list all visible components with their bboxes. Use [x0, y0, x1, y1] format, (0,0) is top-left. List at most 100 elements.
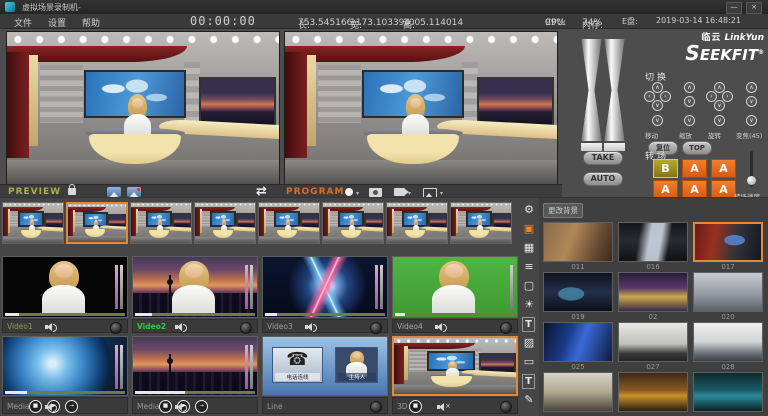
- shot-thumbnail-1[interactable]: [2, 202, 64, 244]
- scene-item-025[interactable]: 025: [543, 322, 613, 372]
- record-caret-icon[interactable]: ▾: [356, 190, 359, 197]
- list-icon[interactable]: ≡: [521, 258, 537, 277]
- speaker-muted-icon[interactable]: ×: [437, 402, 448, 411]
- speaker-icon[interactable]: [175, 402, 186, 411]
- stop-button[interactable]: ■: [409, 400, 422, 413]
- overlay-image-icon[interactable]: [107, 187, 121, 197]
- scene-item-016[interactable]: 016: [618, 222, 688, 272]
- video4-thumbnail[interactable]: [392, 256, 518, 318]
- lock-icon[interactable]: [68, 188, 76, 195]
- record-icon[interactable]: [345, 188, 353, 196]
- transition-speed-knob[interactable]: [747, 176, 756, 185]
- menu-settings[interactable]: 设置: [48, 16, 66, 29]
- scene-item-02[interactable]: 02: [618, 272, 688, 322]
- auto-button[interactable]: AUTO: [583, 172, 623, 186]
- caption-text-icon[interactable]: T: [522, 374, 535, 389]
- scene-item-019[interactable]: 019: [543, 272, 613, 322]
- scene-item-017-selected[interactable]: 017: [693, 222, 763, 272]
- shot-thumbnail-6[interactable]: [322, 202, 384, 244]
- t-bar-fader[interactable]: [581, 39, 625, 141]
- phone-call-box[interactable]: ☎ 电话连线: [272, 347, 324, 383]
- camcorder-icon[interactable]: [394, 188, 405, 196]
- rotate-right-button[interactable]: ›: [722, 91, 733, 102]
- top-button[interactable]: TOP: [682, 141, 712, 155]
- line-thumbnail[interactable]: ☎ 电话连线 主持人: [262, 336, 388, 396]
- stop-button[interactable]: ■: [29, 400, 42, 413]
- zoom-extra-button[interactable]: ∨: [684, 115, 695, 126]
- camcorder-caret-icon[interactable]: ▾: [408, 190, 411, 197]
- scene-item-011[interactable]: 011: [543, 222, 613, 272]
- transition-speed-slider[interactable]: [750, 151, 753, 187]
- stop-button[interactable]: ■: [159, 400, 172, 413]
- minimize-button[interactable]: —: [726, 2, 742, 14]
- title-text-icon[interactable]: T: [522, 317, 535, 332]
- next-button[interactable]: →: [195, 400, 208, 413]
- settings-knob-icon[interactable]: [110, 322, 122, 334]
- transition-b-button[interactable]: B: [653, 159, 678, 178]
- zoom-out-button[interactable]: ∨: [684, 96, 695, 107]
- change-background-tab[interactable]: 更改背景: [543, 203, 583, 218]
- scene-item-028[interactable]: 028: [693, 322, 763, 372]
- move-down-button[interactable]: ∨: [652, 100, 663, 111]
- picture-caret-icon[interactable]: ▾: [440, 190, 443, 197]
- scene-item-r4a[interactable]: [543, 372, 613, 416]
- zoom-in-button[interactable]: ∧: [684, 82, 695, 93]
- t-bar-handle-left[interactable]: [581, 39, 602, 141]
- speaker-icon[interactable]: [435, 322, 446, 331]
- speaker-icon[interactable]: [45, 322, 56, 331]
- speaker-icon[interactable]: [175, 322, 186, 331]
- focus-down-button[interactable]: ∨: [746, 96, 757, 107]
- brand-name-initial: S: [685, 41, 699, 65]
- menu-help[interactable]: 帮助: [82, 16, 100, 29]
- light-icon[interactable]: ☀: [521, 296, 537, 315]
- move-extra-button[interactable]: ∨: [652, 115, 663, 126]
- next-button[interactable]: →: [65, 400, 78, 413]
- video2-thumbnail[interactable]: [132, 256, 258, 318]
- studio-left-wall: [285, 52, 307, 158]
- shot-thumbnail-3[interactable]: [130, 202, 192, 244]
- scene-grid-icon[interactable]: ▦: [521, 239, 537, 258]
- overlay-image-live-icon[interactable]: [127, 187, 141, 197]
- display-icon[interactable]: ▢: [521, 277, 537, 296]
- shot-thumbnail-4[interactable]: [194, 202, 256, 244]
- draw-pen-icon[interactable]: ✎: [521, 391, 537, 410]
- take-button[interactable]: TAKE: [583, 151, 623, 165]
- t-bar-handle-right[interactable]: [604, 39, 625, 141]
- video1-thumbnail[interactable]: [2, 256, 128, 318]
- shot-thumbnail-8[interactable]: [450, 202, 512, 244]
- video3-thumbnail[interactable]: [262, 256, 388, 318]
- settings-knob-icon[interactable]: [370, 401, 382, 413]
- settings-gear-icon[interactable]: ⚙: [521, 201, 537, 220]
- transition-a1-button[interactable]: A: [682, 159, 707, 178]
- snapshot-camera-icon[interactable]: [369, 188, 382, 197]
- settings-knob-icon[interactable]: [240, 322, 252, 334]
- transition-a2-button[interactable]: A: [711, 159, 736, 178]
- media-3d-thumbnail-selected[interactable]: [392, 336, 518, 396]
- settings-knob-icon[interactable]: [500, 401, 512, 413]
- scene-item-r4b[interactable]: [618, 372, 688, 416]
- media2-thumbnail[interactable]: [132, 336, 258, 396]
- shot-thumbnail-2-selected[interactable]: [66, 202, 128, 244]
- audio-meter: [115, 345, 118, 389]
- guest-box[interactable]: 主持人: [335, 347, 378, 383]
- rotate-down-button[interactable]: ∨: [714, 100, 725, 111]
- speaker-icon[interactable]: [305, 322, 316, 331]
- focus-extra-button[interactable]: ∨: [746, 115, 757, 126]
- shot-thumbnail-7[interactable]: [386, 202, 448, 244]
- shot-thumbnail-5[interactable]: [258, 202, 320, 244]
- speaker-icon[interactable]: [45, 402, 56, 411]
- menu-file[interactable]: 文件: [14, 16, 32, 29]
- focus-up-button[interactable]: ∧: [746, 82, 757, 93]
- save-icon[interactable]: ▣: [521, 220, 537, 239]
- media1-thumbnail[interactable]: [2, 336, 128, 396]
- scene-item-027[interactable]: 027: [618, 322, 688, 372]
- move-right-button[interactable]: ›: [660, 91, 671, 102]
- scene-item-020[interactable]: 020: [693, 272, 763, 322]
- settings-knob-icon[interactable]: [500, 322, 512, 334]
- scene-item-r4c[interactable]: [693, 372, 763, 416]
- texture-icon[interactable]: ▨: [521, 334, 537, 353]
- rotate-extra-button[interactable]: ∨: [714, 115, 725, 126]
- close-button[interactable]: ×: [746, 2, 762, 14]
- frame-icon[interactable]: ▭: [521, 353, 537, 372]
- settings-knob-icon[interactable]: [370, 322, 382, 334]
